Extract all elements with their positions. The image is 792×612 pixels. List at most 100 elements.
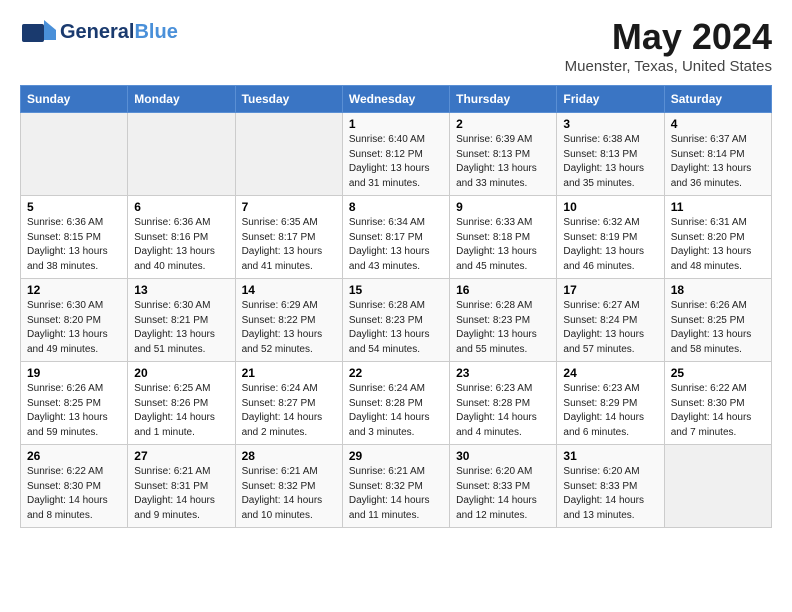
day-info: Sunrise: 6:31 AMSunset: 8:20 PMDaylight:… [671, 216, 765, 274]
day-number: 8 [349, 200, 443, 214]
calendar-cell: 23 Sunrise: 6:23 AMSunset: 8:28 PMDayligh… [450, 362, 557, 445]
day-number: 23 [456, 366, 550, 380]
calendar-cell: 2 Sunrise: 6:39 AMSunset: 8:13 PMDaylight… [450, 113, 557, 196]
calendar-cell: 29Sunrise: 6:21 AMSunset: 8:32 PMDayligh… [342, 445, 449, 528]
calendar-cell: 12 Sunrise: 6:30 AMSunset: 8:20 PMDayligh… [21, 279, 128, 362]
day-number: 28 [242, 449, 336, 463]
calendar-cell: 4 Sunrise: 6:37 AMSunset: 8:14 PMDaylight… [664, 113, 771, 196]
day-number: 13 [134, 283, 228, 297]
day-number: 2 [456, 117, 550, 131]
calendar-cell: 26 Sunrise: 6:22 AMSunset: 8:30 PMDayligh… [21, 445, 128, 528]
calendar-title: May 2024 [565, 16, 772, 58]
day-number: 9 [456, 200, 550, 214]
col-wednesday: Wednesday [342, 86, 449, 113]
calendar-week-row: 5 Sunrise: 6:36 AMSunset: 8:15 PMDaylight… [21, 196, 772, 279]
logo: GeneralBlue [20, 16, 178, 48]
day-number: 15 [349, 283, 443, 297]
day-info: Sunrise: 6:20 AMSunset: 8:33 PMDaylight:… [456, 465, 550, 523]
day-number: 25 [671, 366, 765, 380]
day-info: Sunrise: 6:30 AMSunset: 8:20 PMDaylight:… [27, 299, 121, 357]
day-info: Sunrise: 6:28 AMSunset: 8:23 PMDaylight:… [349, 299, 443, 357]
calendar-cell: 16 Sunrise: 6:28 AMSunset: 8:23 PMDayligh… [450, 279, 557, 362]
calendar-table: Sunday Monday Tuesday Wednesday Thursday… [20, 85, 772, 528]
day-number: 4 [671, 117, 765, 131]
day-info: Sunrise: 6:30 AMSunset: 8:21 PMDaylight:… [134, 299, 228, 357]
day-number: 30 [456, 449, 550, 463]
calendar-cell: 31 Sunrise: 6:20 AMSunset: 8:33 PMDayligh… [557, 445, 664, 528]
calendar-cell: 7 Sunrise: 6:35 AMSunset: 8:17 PMDaylight… [235, 196, 342, 279]
day-number: 3 [563, 117, 657, 131]
logo-icon [20, 16, 58, 48]
calendar-cell: 13 Sunrise: 6:30 AMSunset: 8:21 PMDayligh… [128, 279, 235, 362]
calendar-week-row: 19Sunrise: 6:26 AMSunset: 8:25 PMDayligh… [21, 362, 772, 445]
calendar-week-row: 1Sunrise: 6:40 AMSunset: 8:12 PMDaylight… [21, 113, 772, 196]
day-info: Sunrise: 6:24 AMSunset: 8:28 PMDaylight:… [349, 382, 443, 440]
day-number: 18 [671, 283, 765, 297]
calendar-week-row: 26 Sunrise: 6:22 AMSunset: 8:30 PMDayligh… [21, 445, 772, 528]
day-number: 6 [134, 200, 228, 214]
calendar-header-row: Sunday Monday Tuesday Wednesday Thursday… [21, 86, 772, 113]
day-number: 26 [27, 449, 121, 463]
day-number: 16 [456, 283, 550, 297]
day-number: 14 [242, 283, 336, 297]
day-info: Sunrise: 6:39 AMSunset: 8:13 PMDaylight:… [456, 133, 550, 191]
col-monday: Monday [128, 86, 235, 113]
day-info: Sunrise: 6:38 AMSunset: 8:13 PMDaylight:… [563, 133, 657, 191]
calendar-cell: 14 Sunrise: 6:29 AMSunset: 8:22 PMDayligh… [235, 279, 342, 362]
day-number: 27 [134, 449, 228, 463]
day-info: Sunrise: 6:23 AMSunset: 8:28 PMDaylight:… [456, 382, 550, 440]
col-thursday: Thursday [450, 86, 557, 113]
day-number: 21 [242, 366, 336, 380]
day-info: Sunrise: 6:29 AMSunset: 8:22 PMDaylight:… [242, 299, 336, 357]
day-info: Sunrise: 6:20 AMSunset: 8:33 PMDaylight:… [563, 465, 657, 523]
logo-general-text: General [60, 21, 134, 43]
col-tuesday: Tuesday [235, 86, 342, 113]
day-info: Sunrise: 6:22 AMSunset: 8:30 PMDaylight:… [671, 382, 765, 440]
day-number: 20 [134, 366, 228, 380]
calendar-cell: 21 Sunrise: 6:24 AMSunset: 8:27 PMDayligh… [235, 362, 342, 445]
calendar-cell: 8Sunrise: 6:34 AMSunset: 8:17 PMDaylight… [342, 196, 449, 279]
col-sunday: Sunday [21, 86, 128, 113]
day-number: 11 [671, 200, 765, 214]
calendar-cell: 25 Sunrise: 6:22 AMSunset: 8:30 PMDayligh… [664, 362, 771, 445]
calendar-cell: 5 Sunrise: 6:36 AMSunset: 8:15 PMDaylight… [21, 196, 128, 279]
day-info: Sunrise: 6:21 AMSunset: 8:32 PMDaylight:… [349, 465, 443, 523]
calendar-cell [235, 113, 342, 196]
day-info: Sunrise: 6:36 AMSunset: 8:15 PMDaylight:… [27, 216, 121, 274]
day-info: Sunrise: 6:22 AMSunset: 8:30 PMDaylight:… [27, 465, 121, 523]
day-info: Sunrise: 6:24 AMSunset: 8:27 PMDaylight:… [242, 382, 336, 440]
day-info: Sunrise: 6:32 AMSunset: 8:19 PMDaylight:… [563, 216, 657, 274]
day-info: Sunrise: 6:25 AMSunset: 8:26 PMDaylight:… [134, 382, 228, 440]
logo-blue-text: Blue [134, 21, 177, 43]
day-number: 5 [27, 200, 121, 214]
calendar-cell: 20 Sunrise: 6:25 AMSunset: 8:26 PMDayligh… [128, 362, 235, 445]
calendar-cell: 28 Sunrise: 6:21 AMSunset: 8:32 PMDayligh… [235, 445, 342, 528]
title-block: May 2024 Muenster, Texas, United States [565, 16, 772, 75]
calendar-cell: 10 Sunrise: 6:32 AMSunset: 8:19 PMDayligh… [557, 196, 664, 279]
day-number: 17 [563, 283, 657, 297]
day-number: 22 [349, 366, 443, 380]
day-info: Sunrise: 6:27 AMSunset: 8:24 PMDaylight:… [563, 299, 657, 357]
day-number: 7 [242, 200, 336, 214]
day-info: Sunrise: 6:35 AMSunset: 8:17 PMDaylight:… [242, 216, 336, 274]
calendar-subtitle: Muenster, Texas, United States [565, 58, 772, 75]
col-friday: Friday [557, 86, 664, 113]
day-number: 31 [563, 449, 657, 463]
calendar-cell: 1Sunrise: 6:40 AMSunset: 8:12 PMDaylight… [342, 113, 449, 196]
day-info: Sunrise: 6:33 AMSunset: 8:18 PMDaylight:… [456, 216, 550, 274]
calendar-cell: 15 Sunrise: 6:28 AMSunset: 8:23 PMDayligh… [342, 279, 449, 362]
calendar-cell: 6Sunrise: 6:36 AMSunset: 8:16 PMDaylight… [128, 196, 235, 279]
day-number: 10 [563, 200, 657, 214]
day-number: 12 [27, 283, 121, 297]
calendar-cell [128, 113, 235, 196]
day-number: 24 [563, 366, 657, 380]
calendar-cell: 22 Sunrise: 6:24 AMSunset: 8:28 PMDayligh… [342, 362, 449, 445]
page-header: GeneralBlue May 2024 Muenster, Texas, Un… [20, 16, 772, 75]
calendar-cell: 3 Sunrise: 6:38 AMSunset: 8:13 PMDaylight… [557, 113, 664, 196]
day-info: Sunrise: 6:26 AMSunset: 8:25 PMDaylight:… [671, 299, 765, 357]
day-info: Sunrise: 6:37 AMSunset: 8:14 PMDaylight:… [671, 133, 765, 191]
calendar-cell: 27Sunrise: 6:21 AMSunset: 8:31 PMDayligh… [128, 445, 235, 528]
calendar-cell: 30 Sunrise: 6:20 AMSunset: 8:33 PMDayligh… [450, 445, 557, 528]
day-info: Sunrise: 6:21 AMSunset: 8:32 PMDaylight:… [242, 465, 336, 523]
day-info: Sunrise: 6:28 AMSunset: 8:23 PMDaylight:… [456, 299, 550, 357]
